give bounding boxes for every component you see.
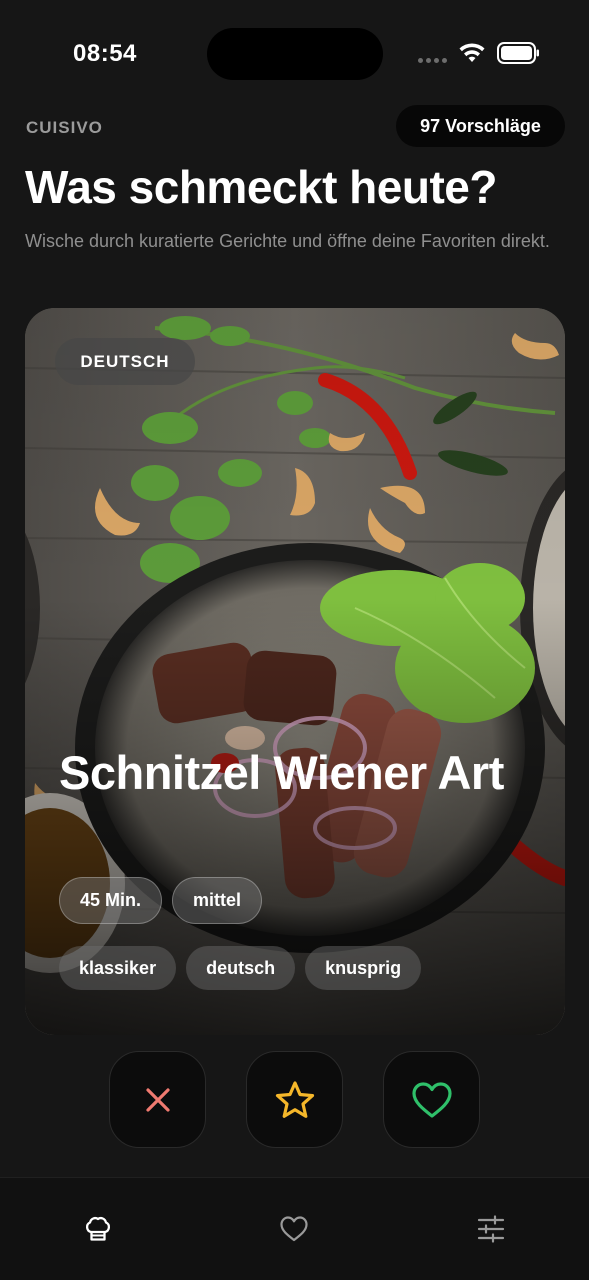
status-bar: 08:54	[0, 0, 589, 100]
favorite-button[interactable]	[246, 1051, 343, 1148]
sliders-icon	[477, 1215, 505, 1243]
meta-chips: 45 Min. mittel	[59, 877, 263, 924]
tab-discover[interactable]	[82, 1213, 114, 1245]
tab-favorites[interactable]	[278, 1213, 310, 1245]
tab-bar	[0, 1177, 589, 1280]
recipe-card[interactable]: DEUTSCH Schnitzel Wiener Art 45 Min. mit…	[25, 308, 565, 1035]
suggestions-count-badge: 97 Vorschläge	[396, 105, 565, 147]
tag-chip: deutsch	[186, 946, 296, 990]
app-brand: CUISIVO	[26, 118, 103, 137]
heart-icon	[280, 1216, 308, 1242]
chef-hat-icon	[85, 1216, 111, 1241]
x-icon	[145, 1087, 170, 1112]
dismiss-button[interactable]	[109, 1051, 206, 1148]
dynamic-island	[207, 28, 383, 80]
swipe-actions	[109, 1051, 480, 1148]
photo-overlay	[25, 308, 565, 1035]
star-icon	[275, 1080, 314, 1118]
status-time: 08:54	[73, 40, 137, 67]
like-button[interactable]	[383, 1051, 480, 1148]
signal-icon	[418, 58, 447, 63]
page-title: Was schmeckt heute?	[25, 161, 497, 213]
tab-filters[interactable]	[475, 1213, 507, 1245]
difficulty-chip: mittel	[172, 877, 263, 924]
heart-icon	[411, 1081, 452, 1118]
dish-title: Schnitzel Wiener Art	[59, 746, 504, 799]
tag-chips: klassiker deutsch knusprig	[59, 946, 422, 990]
cuisine-badge: DEUTSCH	[55, 338, 195, 385]
tag-chip: knusprig	[305, 946, 422, 990]
wifi-icon	[459, 43, 485, 62]
page-subtitle: Wische durch kuratierte Gerichte und öff…	[25, 231, 550, 251]
battery-icon	[497, 42, 539, 64]
tag-chip: klassiker	[59, 946, 177, 990]
duration-chip: 45 Min.	[59, 877, 163, 924]
